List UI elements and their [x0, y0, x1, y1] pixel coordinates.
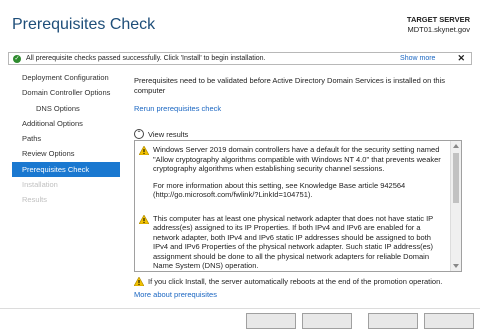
warning-item: This computer has at least one physical …	[139, 213, 445, 272]
view-results-toggle[interactable]: ⌃ View results	[134, 129, 188, 139]
nav-item-additional-options[interactable]: Additional Options	[12, 116, 120, 131]
close-icon[interactable]: ✕	[457, 53, 465, 64]
scroll-down-icon[interactable]	[453, 264, 459, 268]
warning-more-info: For more information about this setting,…	[153, 180, 406, 200]
target-server-name: MDT01.skynet.gov	[407, 25, 470, 34]
target-server-label: TARGET SERVER	[406, 15, 470, 24]
page-title: Prerequisites Check	[12, 16, 156, 33]
warning-icon	[139, 214, 149, 224]
nav-item-paths[interactable]: Paths	[12, 131, 120, 146]
rerun-link[interactable]: Rerun prerequisites check	[134, 104, 221, 113]
more-about-prerequisites-link[interactable]: More about prerequisites	[134, 290, 217, 299]
scroll-up-icon[interactable]	[453, 144, 459, 148]
chevron-up-icon: ⌃	[134, 129, 144, 139]
warning-text: This computer has at least one physical …	[153, 213, 434, 271]
nav-item-installation: Installation	[22, 180, 58, 190]
nav-item-results: Results	[22, 195, 48, 205]
install-warning-text: If you click Install, the server automat…	[148, 276, 443, 286]
results-box: Windows Server 2019 domain controllers h…	[134, 140, 462, 272]
nav-item-dns-options[interactable]: DNS Options	[12, 101, 120, 116]
cancel-button[interactable]	[424, 313, 474, 329]
intro-text: Prerequisites need to be validated befor…	[134, 76, 445, 95]
results-scrollbar[interactable]	[450, 141, 461, 271]
view-results-label: View results	[148, 129, 189, 139]
warning-text: Windows Server 2019 domain controllers h…	[153, 145, 441, 173]
next-button[interactable]	[302, 313, 352, 329]
nav-item-domain-controller-options[interactable]: Domain Controller Options	[12, 85, 120, 100]
warning-icon	[139, 146, 149, 155]
nav-item-deployment-configuration[interactable]: Deployment Configuration	[12, 70, 120, 85]
warning-icon	[134, 277, 144, 286]
warning-item: Windows Server 2019 domain controllers h…	[139, 145, 445, 207]
status-banner: ✓ All prerequisite checks passed success…	[8, 52, 472, 65]
scroll-thumb[interactable]	[453, 153, 459, 203]
show-more-link[interactable]: Show more	[400, 55, 435, 62]
install-warning: If you click Install, the server automat…	[134, 276, 442, 286]
install-button[interactable]	[368, 313, 418, 329]
nav-item-review-options[interactable]: Review Options	[12, 146, 120, 161]
footer-bar	[0, 308, 480, 329]
nav-item-prerequisites-check[interactable]: Prerequisites Check	[12, 161, 120, 178]
target-server: TARGET SERVER MDT01.skynet.gov	[407, 15, 470, 35]
wizard-nav: Deployment Configuration Domain Controll…	[12, 70, 120, 208]
results-content: Windows Server 2019 domain controllers h…	[139, 145, 445, 272]
check-circle-icon: ✓	[13, 54, 21, 63]
banner-message: All prerequisite checks passed successfu…	[26, 55, 266, 62]
previous-button[interactable]	[246, 313, 296, 329]
